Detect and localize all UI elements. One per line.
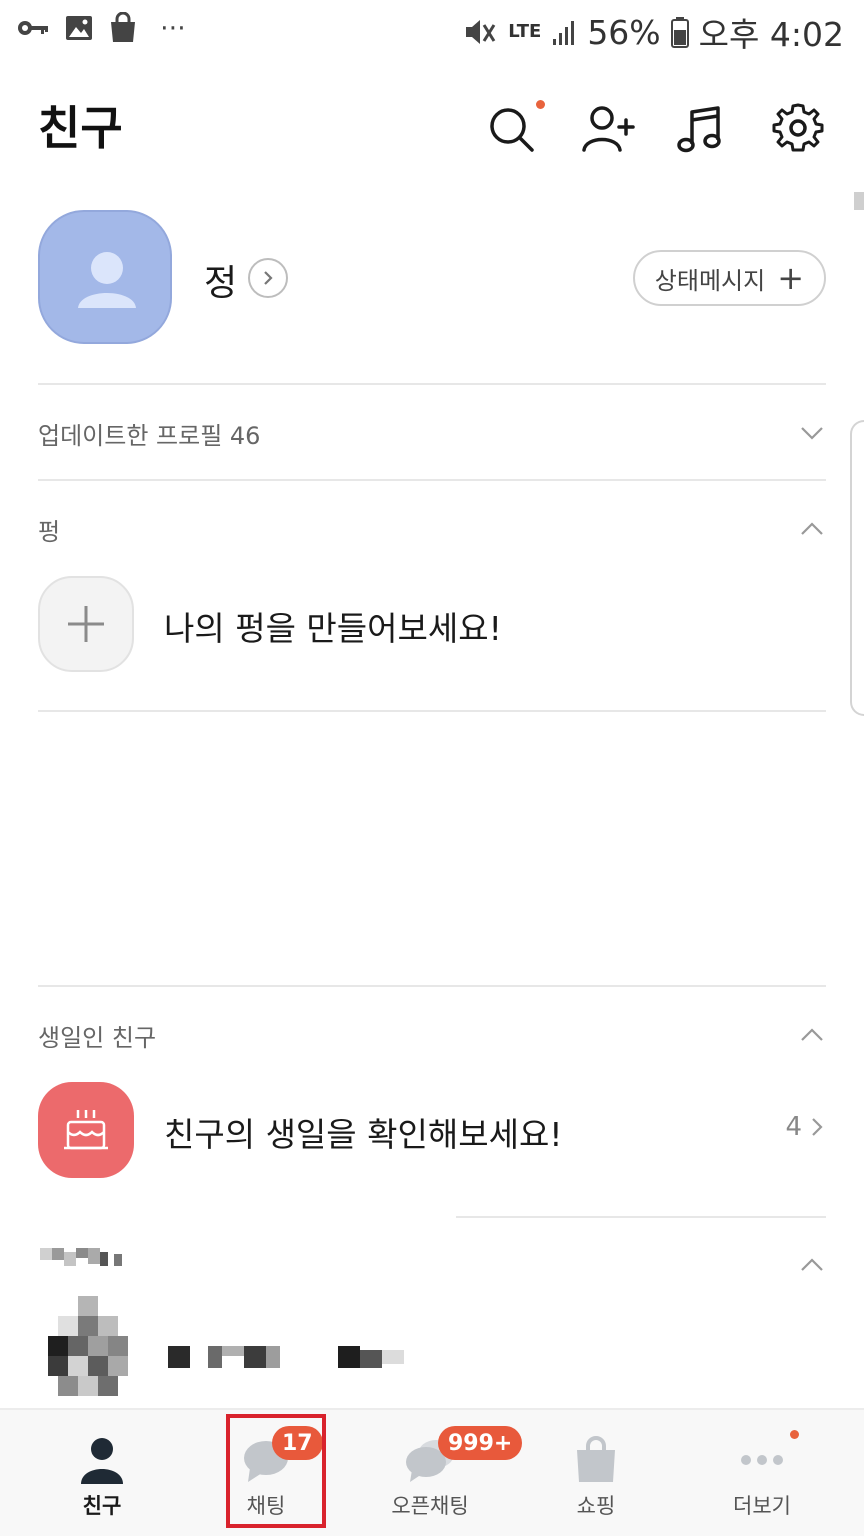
chevron-up-icon[interactable]: [798, 1251, 826, 1279]
censored-section-header[interactable]: [38, 1240, 826, 1290]
more-icon: [741, 1455, 783, 1465]
birthday-text[interactable]: 친구의 생일을 확인해보세요!: [164, 1108, 563, 1156]
chevron-up-icon[interactable]: [798, 1021, 826, 1049]
status-bar: ⋯ LTE 56% 오후 4:02: [0, 0, 864, 60]
plus-icon: +: [777, 259, 804, 297]
shopping-bag-icon: [577, 1436, 615, 1482]
network-type: LTE: [508, 21, 542, 42]
more-notifications-icon: ⋯: [160, 13, 189, 43]
music-icon: [677, 106, 721, 153]
chevron-right-icon: [264, 271, 273, 285]
tab-open-chat-label: 오픈채팅: [391, 1494, 469, 1518]
page-title: 친구: [38, 101, 123, 155]
my-profile[interactable]: 정 상태메시지 +: [38, 210, 826, 346]
default-avatar-icon: [78, 252, 136, 308]
tab-more-label: 더보기: [733, 1494, 791, 1518]
battery-percent: 56%: [587, 12, 661, 52]
plus-icon: [68, 606, 104, 642]
pung-section-header[interactable]: 펑: [38, 504, 826, 554]
battery-icon: [670, 17, 689, 48]
profile-open-button[interactable]: [248, 258, 288, 298]
scroll-indicator: [854, 192, 864, 210]
tab-friends-label: 친구: [82, 1494, 122, 1518]
chat-unread-badge: 17: [272, 1426, 323, 1460]
tab-chats-label: 채팅: [246, 1494, 286, 1518]
cake-icon: [64, 1110, 108, 1150]
divider: [456, 1216, 826, 1218]
birthday-label: 생일인 친구: [38, 1023, 157, 1052]
search-new-dot: [536, 100, 545, 109]
shopping-bag-icon: [111, 12, 135, 42]
updated-profiles-section[interactable]: 업데이트한 프로필 46: [38, 408, 826, 458]
chevron-right-icon: [812, 1118, 823, 1136]
image-icon: [66, 16, 92, 40]
edge-panel-handle[interactable]: [850, 420, 864, 716]
censored-name[interactable]: [168, 1346, 412, 1368]
music-button[interactable]: [674, 100, 730, 156]
add-friend-button[interactable]: [580, 100, 636, 156]
tab-open-chat[interactable]: 999+ 오픈채팅: [344, 1410, 523, 1536]
censored-label: [40, 1248, 122, 1266]
birthday-section-header[interactable]: 생일인 친구: [38, 1010, 826, 1060]
censored-avatar[interactable]: [38, 1296, 138, 1406]
tab-shopping-label: 쇼핑: [576, 1494, 616, 1518]
person-icon: [81, 1438, 123, 1484]
more-new-dot: [790, 1430, 799, 1439]
settings-icon: [772, 103, 824, 152]
mute-icon: [466, 20, 496, 44]
status-message-button[interactable]: 상태메시지 +: [632, 250, 826, 306]
clock: 오후 4:02: [698, 15, 844, 54]
add-friend-icon: [582, 106, 635, 152]
chevron-down-icon[interactable]: [798, 419, 826, 447]
create-pung-button[interactable]: [38, 576, 134, 672]
bottom-nav: 친구 17 채팅 999+ 오픈채팅 쇼핑 더보기: [0, 1408, 864, 1536]
search-icon: [490, 108, 534, 152]
avatar[interactable]: [38, 210, 172, 344]
tab-friends[interactable]: 친구: [16, 1410, 188, 1536]
pung-label: 펑: [38, 517, 61, 546]
divider: [38, 710, 826, 712]
settings-button[interactable]: [770, 100, 826, 156]
birthday-cake-tile[interactable]: [38, 1082, 134, 1178]
birthday-count-value: 4: [785, 1112, 802, 1142]
birthday-count[interactable]: 4: [785, 1112, 826, 1142]
status-message-label: 상태메시지: [654, 266, 766, 295]
signal-icon: [553, 21, 575, 45]
updated-profiles-label: 업데이트한 프로필 46: [38, 421, 261, 450]
tab-chats[interactable]: 17 채팅: [180, 1410, 352, 1536]
tab-shopping[interactable]: 쇼핑: [510, 1410, 682, 1536]
divider: [38, 479, 826, 481]
profile-name: 정: [204, 263, 238, 304]
search-button[interactable]: [484, 100, 545, 156]
chevron-up-icon[interactable]: [798, 515, 826, 543]
tab-more[interactable]: 더보기: [676, 1410, 848, 1536]
divider: [38, 383, 826, 385]
header: 친구: [0, 78, 864, 178]
create-pung-text[interactable]: 나의 펑을 만들어보세요!: [164, 602, 502, 650]
divider: [38, 985, 826, 987]
key-icon: [18, 21, 48, 35]
